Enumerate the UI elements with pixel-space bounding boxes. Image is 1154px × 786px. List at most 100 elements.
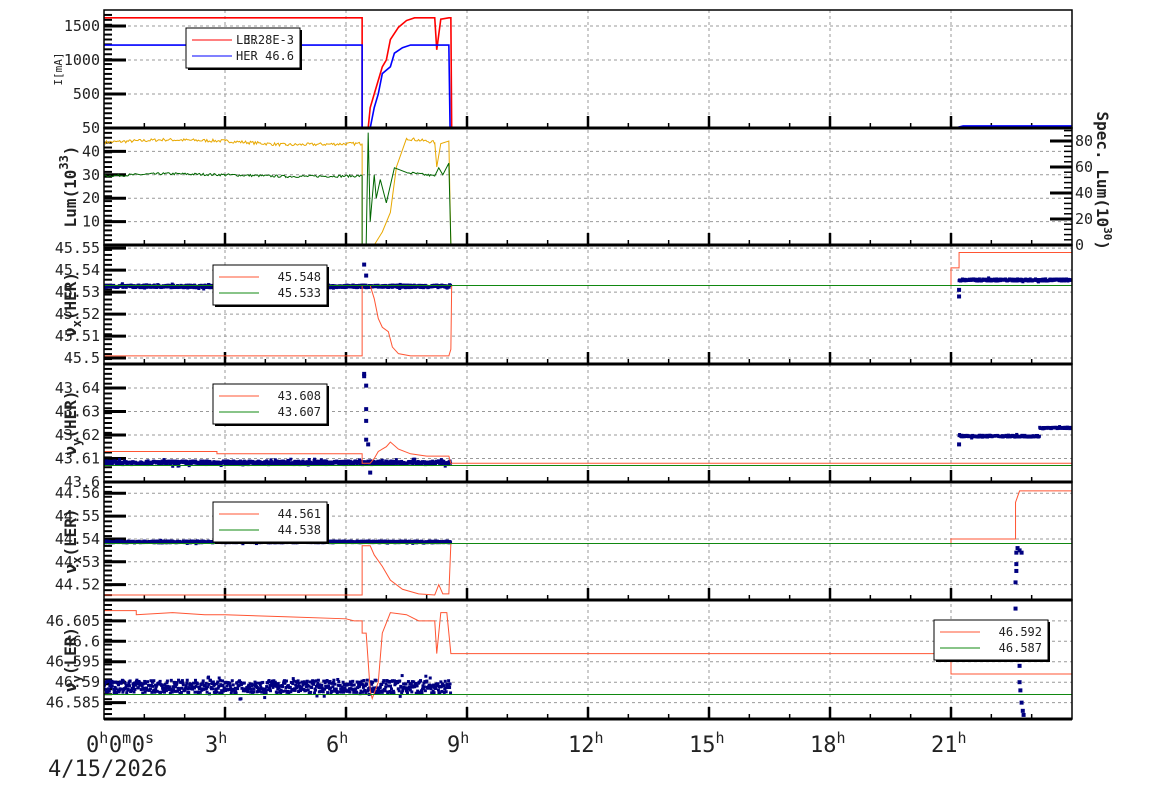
legend: LER3.28E-3HER 46.6: [185, 27, 302, 70]
legend-name: HER: [236, 49, 258, 63]
measured-point: [448, 682, 452, 686]
right-y-tick-label: 0: [1075, 236, 1084, 254]
measured-point: [185, 678, 189, 682]
series-line-spec-lum: [104, 137, 452, 245]
measured-point: [447, 679, 451, 683]
y-axis-label: I[mA]: [52, 52, 65, 85]
measured-point: [398, 694, 402, 698]
y-tick-label: 44.52: [55, 576, 100, 594]
x-tick-unit: s: [145, 729, 154, 747]
y-axis-label-main: ν: [61, 564, 80, 574]
measured-point: [316, 678, 320, 682]
measured-point: [314, 688, 318, 692]
measured-point: [1019, 550, 1024, 555]
right-y-tick-label: 80: [1075, 132, 1093, 150]
y-axis-label-tail: (LER): [61, 627, 80, 675]
measured-point: [204, 681, 208, 685]
measured-point: [410, 690, 414, 694]
measured-point: [436, 688, 440, 692]
y-axis-label-main: Lum(10: [61, 170, 80, 228]
y-axis-label-tail: (LER): [61, 508, 80, 556]
legend-value: 44.538: [278, 523, 321, 537]
measured-point: [364, 273, 369, 278]
x-tick-number: 9: [447, 733, 460, 758]
y-tick-label: 45.55: [55, 239, 100, 257]
y-axis-label-tail: (HER): [61, 390, 80, 438]
measured-point: [321, 690, 325, 694]
measured-point: [362, 371, 367, 376]
measured-point: [291, 682, 295, 686]
measured-point: [195, 682, 199, 686]
measured-point: [110, 684, 114, 688]
measured-point: [132, 690, 136, 694]
measured-point: [194, 684, 198, 688]
measured-point: [348, 690, 352, 694]
measured-point: [193, 678, 197, 682]
date-label: 4/15/2026: [48, 757, 167, 782]
y-axis-label: Lum(1033): [57, 146, 80, 228]
measured-point: [231, 683, 235, 687]
panel-current: 50010001500I[mA]LER3.28E-3HER 46.6: [52, 9, 1073, 130]
measured-point: [261, 680, 265, 684]
x-tick-number: 15: [689, 733, 716, 758]
right-axis-label-sup: 30: [1101, 227, 1114, 240]
measured-point: [1021, 712, 1026, 717]
measured-point: [366, 442, 371, 447]
x-tick-unit: h: [716, 729, 725, 747]
measured-point: [159, 690, 163, 694]
measured-point: [389, 684, 393, 688]
x-tick-label: 18h: [810, 729, 846, 758]
panel-nux-her: 45.545.5145.5245.5345.5445.55νx(HER) 45.5…: [55, 239, 1073, 367]
y-axis-label-sub: y: [70, 675, 84, 682]
measured-point: [420, 691, 424, 695]
measured-point: [1020, 708, 1025, 713]
measured-point: [346, 683, 350, 687]
measured-point: [374, 678, 378, 682]
x-tick-unit: h: [958, 729, 967, 747]
measured-point: [128, 684, 132, 688]
measured-point: [246, 690, 250, 694]
measured-point: [364, 383, 369, 388]
series-line-lum: [104, 132, 452, 245]
measured-point: [320, 683, 324, 687]
measured-point: [158, 679, 162, 683]
measured-point: [230, 679, 234, 683]
measured-point: [365, 678, 369, 682]
x-tick-label: 15h: [689, 729, 725, 758]
y-tick-label: 46.585: [46, 694, 100, 712]
measured-point: [181, 683, 185, 687]
y-axis-label-main: I[mA]: [52, 52, 65, 85]
measured-point: [305, 679, 309, 683]
panel-luminosity: 1020304050020406080 Spec. Lum(1030)Lum(10…: [57, 112, 1114, 255]
measured-point: [443, 679, 447, 683]
measured-point: [362, 262, 367, 267]
measured-point: [268, 689, 272, 693]
measured-point: [322, 694, 326, 698]
x-tick-number: 6: [326, 733, 339, 758]
legend-value: 45.548: [278, 270, 321, 284]
measured-point: [424, 674, 428, 678]
legend-value: 44.561: [278, 507, 321, 521]
measured-point: [184, 684, 188, 688]
measured-point: [207, 682, 211, 686]
measured-point: [378, 685, 382, 689]
measured-point: [207, 675, 211, 679]
measured-point: [1017, 663, 1022, 668]
measured-point: [236, 687, 240, 691]
legend-value: 46.587: [999, 641, 1042, 655]
right-y-tick-label: 60: [1075, 158, 1093, 176]
measured-point: [368, 470, 373, 475]
measured-point: [152, 679, 156, 683]
measured-point: [249, 687, 253, 691]
y-tick-label: 45.5: [64, 349, 100, 367]
measured-point: [1018, 688, 1023, 693]
legend-value: 46.592: [999, 625, 1042, 639]
accelerator-monitor-chart: 50010001500I[mA]LER3.28E-3HER 46.61020304…: [46, 9, 1114, 782]
measured-point: [265, 685, 269, 689]
y-tick-label: 44.56: [55, 484, 100, 502]
measured-point: [337, 680, 341, 684]
x-tick-unit: h: [460, 729, 469, 747]
legend-value: 43.608: [278, 389, 321, 403]
x-tick-unit: h: [837, 729, 846, 747]
measured-point: [448, 686, 452, 690]
